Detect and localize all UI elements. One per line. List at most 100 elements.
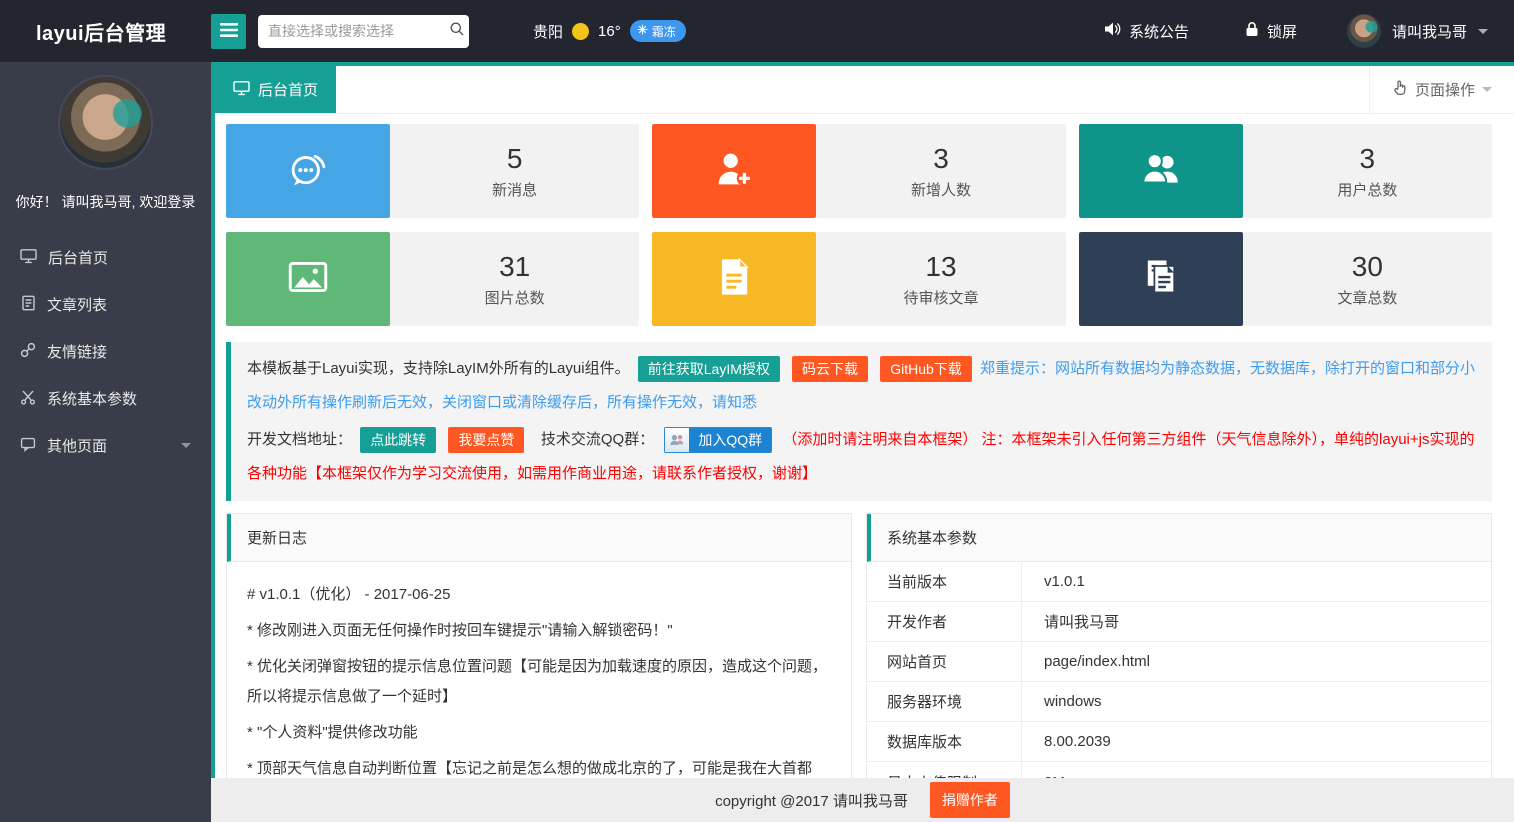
notice-panel: 本模板基于Layui实现，支持除LayIM外所有的Layui组件。 前往获取La… — [226, 342, 1492, 501]
top-header: layui后台管理 贵阳 16° 霜冻 — [0, 0, 1514, 62]
update-log-panel: 更新日志 # v1.0.1（优化） - 2017-06-25 * 修改刚进入页面… — [226, 513, 852, 778]
user-avatar-large[interactable] — [58, 75, 153, 170]
settings-icon — [20, 389, 36, 409]
sidebar-item-label: 后台首页 — [48, 247, 108, 268]
sidebar-item-settings[interactable]: 系统基本参数 — [0, 375, 211, 422]
sidebar-item-label: 系统基本参数 — [47, 388, 137, 409]
param-label: 网站首页 — [867, 642, 1022, 681]
stat-label: 新消息 — [492, 179, 537, 200]
announcement-label: 系统公告 — [1129, 21, 1189, 42]
user-add-icon — [712, 147, 756, 196]
param-label: 最大上传限制 — [867, 762, 1022, 778]
sidebar-item-articles[interactable]: 文章列表 — [0, 281, 211, 328]
stat-card-new-messages[interactable]: 5 新消息 — [226, 124, 639, 218]
user-avatar-small — [1347, 14, 1381, 48]
lock-screen-button[interactable]: 锁屏 — [1245, 21, 1297, 42]
param-label: 当前版本 — [867, 562, 1022, 601]
param-value: 8.00.2039 — [1022, 733, 1491, 750]
username: 请叫我马哥 — [1392, 21, 1467, 42]
gitee-download-button[interactable]: 码云下载 — [792, 356, 868, 382]
param-label: 数据库版本 — [867, 722, 1022, 761]
table-row: 数据库版本 8.00.2039 — [867, 722, 1491, 762]
sidebar-item-label: 其他页面 — [47, 435, 107, 456]
update-log-body: # v1.0.1（优化） - 2017-06-25 * 修改刚进入页面无任何操作… — [227, 562, 851, 778]
sidebar-item-label: 文章列表 — [47, 294, 107, 315]
sidebar-item-home[interactable]: 后台首页 — [0, 234, 211, 281]
param-label: 开发作者 — [867, 602, 1022, 641]
table-row: 当前版本 v1.0.1 — [867, 562, 1491, 602]
tab-bar: 后台首页 页面操作 — [215, 66, 1514, 114]
like-button[interactable]: 我要点赞 — [448, 427, 524, 453]
footer: copyright @2017 请叫我马哥 捐赠作者 — [211, 778, 1514, 822]
page-actions-dropdown[interactable]: 页面操作 — [1369, 66, 1514, 113]
image-icon — [285, 255, 331, 304]
frost-icon — [637, 24, 648, 38]
table-row: 服务器环境 windows — [867, 682, 1491, 722]
tab-home[interactable]: 后台首页 — [215, 66, 336, 113]
stat-card-new-users[interactable]: 3 新增人数 — [652, 124, 1065, 218]
sidebar-nav: 后台首页 文章列表 友情链接 — [0, 234, 211, 469]
stat-cards: 5 新消息 3 新增人数 — [226, 124, 1492, 326]
stat-card-pending-articles[interactable]: 13 待审核文章 — [652, 232, 1065, 326]
param-value: 请叫我马哥 — [1022, 611, 1491, 632]
search-input[interactable] — [268, 23, 449, 39]
stat-value: 3 — [933, 143, 949, 175]
panels-row: 更新日志 # v1.0.1（优化） - 2017-06-25 * 修改刚进入页面… — [226, 513, 1492, 778]
github-download-button[interactable]: GitHub下载 — [880, 356, 972, 382]
hand-pointer-icon — [1392, 80, 1408, 100]
stat-value: 3 — [1360, 143, 1376, 175]
weather-city: 贵阳 — [533, 21, 563, 42]
stat-value: 13 — [925, 251, 956, 283]
param-value: windows — [1022, 693, 1491, 710]
doc-address-label: 开发文档地址： — [247, 431, 352, 448]
log-line: * 顶部天气信息自动判断位置【忘记之前是怎么想的做成北京的了，可能是我在大首都吧… — [247, 754, 831, 778]
weather-badge-label: 霜冻 — [652, 23, 676, 40]
chevron-down-icon — [1478, 29, 1488, 39]
sidebar-item-label: 友情链接 — [47, 341, 107, 362]
stat-card-icon-box — [1079, 124, 1243, 218]
stat-card-total-users[interactable]: 3 用户总数 — [1079, 124, 1492, 218]
weather-widget: 贵阳 16° 霜冻 — [533, 20, 686, 42]
chevron-down-icon — [1482, 87, 1492, 97]
app-window: layui后台管理 贵阳 16° 霜冻 — [0, 0, 1514, 822]
stat-value: 30 — [1352, 251, 1383, 283]
qq-group-label: 技术交流QQ群： — [541, 431, 654, 448]
stat-value: 5 — [507, 143, 523, 175]
stat-label: 用户总数 — [1337, 179, 1397, 200]
announcement-button[interactable]: 系统公告 — [1104, 21, 1189, 42]
link-icon — [20, 342, 36, 362]
speaker-icon — [1104, 21, 1121, 41]
user-menu[interactable]: 请叫我马哥 — [1347, 14, 1488, 48]
join-qq-group-button[interactable]: 加入QQ群 — [664, 427, 772, 453]
copyright-text: copyright @2017 请叫我马哥 — [715, 790, 908, 811]
chat-icon — [286, 147, 330, 196]
qq-group-icon — [665, 428, 689, 452]
layim-auth-button[interactable]: 前往获取LayIM授权 — [638, 356, 780, 382]
stat-card-total-articles[interactable]: 30 文章总数 — [1079, 232, 1492, 326]
sidebar-greeting: 你好！ 请叫我马哥, 欢迎登录 — [0, 192, 211, 212]
stat-card-icon-box — [226, 232, 390, 326]
dashboard-content: 5 新消息 3 新增人数 — [215, 114, 1514, 778]
doc-jump-button[interactable]: 点此跳转 — [360, 427, 436, 453]
monitor-icon — [20, 248, 37, 268]
table-row: 最大上传限制 2M — [867, 762, 1491, 778]
donate-button[interactable]: 捐赠作者 — [930, 782, 1010, 818]
stat-label: 图片总数 — [485, 287, 545, 308]
collapse-menu-button[interactable] — [211, 14, 246, 49]
chevron-down-icon — [181, 443, 191, 453]
sidebar-item-other-pages[interactable]: 其他页面 — [0, 422, 211, 469]
stat-card-icon-box — [226, 124, 390, 218]
stat-card-total-images[interactable]: 31 图片总数 — [226, 232, 639, 326]
weather-temp: 16° — [598, 23, 621, 40]
files-icon — [1139, 255, 1183, 304]
search-icon[interactable] — [449, 21, 465, 42]
notice-line-2: 开发文档地址： 点此跳转 我要点赞 技术交流QQ群： 加入QQ群 （添加时请注明… — [247, 423, 1476, 491]
lock-screen-label: 锁屏 — [1267, 21, 1297, 42]
sidebar-item-links[interactable]: 友情链接 — [0, 328, 211, 375]
main-area: 后台首页 页面操作 — [211, 62, 1514, 822]
param-value: page/index.html — [1022, 653, 1491, 670]
sidebar: 你好！ 请叫我马哥, 欢迎登录 后台首页 文章列表 — [0, 62, 211, 822]
table-row: 网站首页 page/index.html — [867, 642, 1491, 682]
stat-label: 新增人数 — [911, 179, 971, 200]
article-icon — [20, 295, 36, 315]
